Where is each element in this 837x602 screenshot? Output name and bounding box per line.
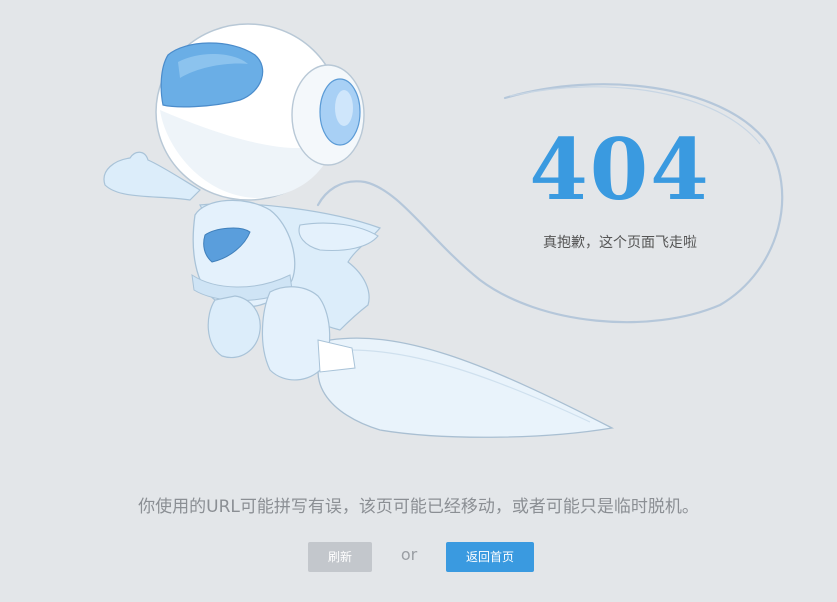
home-button[interactable]: 返回首页 (446, 542, 534, 572)
error-subtitle: 真抱歉，这个页面飞走啦 (543, 235, 697, 251)
refresh-button[interactable]: 刷新 (308, 542, 372, 572)
error-message: 你使用的URL可能拼写有误，该页可能已经移动，或者可能只是临时脱机。 (138, 497, 699, 517)
or-separator: or (400, 545, 418, 564)
astronaut-robot-illustration (103, 23, 784, 438)
action-bar: 刷新 or 返回首页 (0, 542, 837, 572)
error-code: 404 (529, 120, 711, 219)
